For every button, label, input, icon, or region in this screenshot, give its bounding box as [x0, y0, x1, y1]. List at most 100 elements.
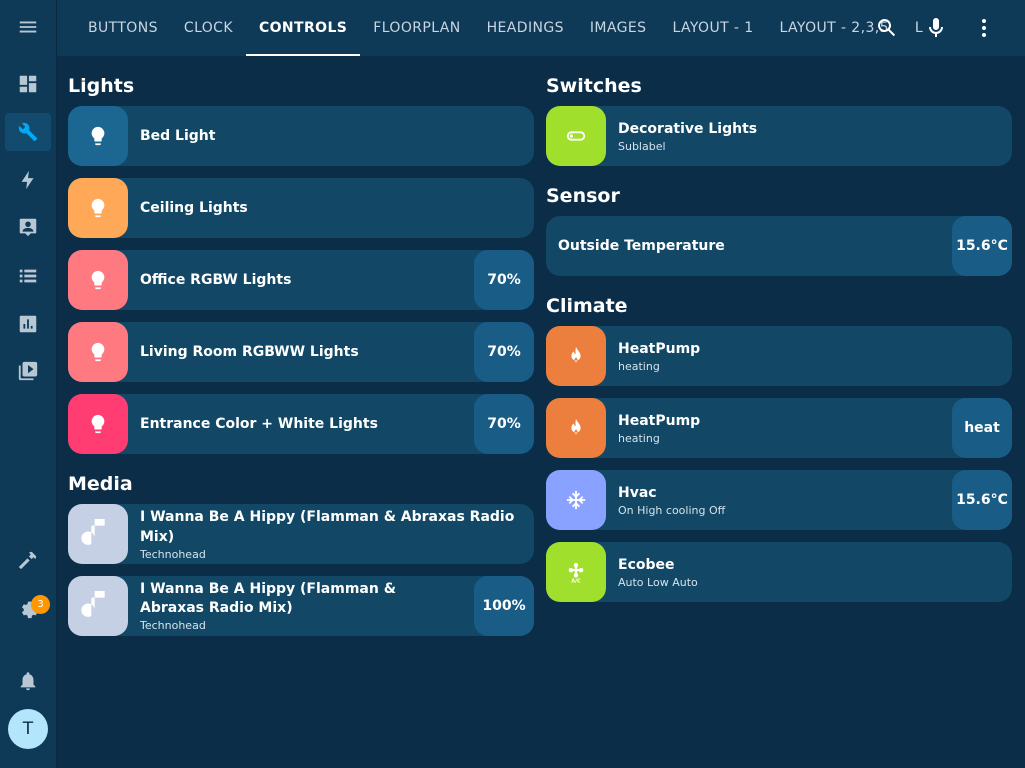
- switch-icon-box[interactable]: [546, 106, 606, 166]
- climate-icon-box[interactable]: [546, 398, 606, 458]
- voice-assist-button[interactable]: [924, 16, 948, 40]
- climate-temperature-value[interactable]: 15.6°C: [952, 470, 1012, 530]
- more-vertical-icon: [982, 19, 986, 37]
- media-card-1[interactable]: I Wanna Be A Hippy (Flamman & Abraxas Ra…: [68, 504, 534, 564]
- climate-name: Hvac: [618, 485, 657, 501]
- sensor-heading: Sensor: [546, 185, 620, 207]
- climate-state: heating: [618, 360, 660, 373]
- climate-icon-box[interactable]: A/C: [546, 542, 606, 602]
- lights-heading: Lights: [68, 75, 135, 97]
- light-icon-box[interactable]: [68, 394, 128, 454]
- light-name: Office RGBW Lights: [140, 272, 292, 288]
- lightbulb-icon: [91, 198, 105, 218]
- hvac-mode-value[interactable]: heat: [952, 398, 1012, 458]
- climate-state: heating: [618, 432, 660, 445]
- play-box-multiple-icon: [18, 361, 38, 381]
- tab-headings[interactable]: HEADINGS: [474, 0, 577, 56]
- view-tabs: BUTTONS CLOCK CONTROLS FLOORPLAN HEADINGS IMA…: [75, 0, 923, 56]
- lightbulb-icon: [91, 342, 105, 362]
- media-heading: Media: [68, 473, 133, 495]
- switch-name: Decorative Lights: [618, 121, 758, 137]
- light-card-living-room-rgbww[interactable]: Living Room RGBWW Lights 70%: [68, 322, 534, 382]
- lightbulb-icon: [91, 126, 105, 146]
- brightness-value[interactable]: 70%: [474, 250, 534, 310]
- sidebar-item-history[interactable]: [5, 305, 51, 343]
- tab-clock[interactable]: CLOCK: [171, 0, 246, 56]
- light-card-entrance-color-white[interactable]: Entrance Color + White Lights 70%: [68, 394, 534, 454]
- light-icon-box[interactable]: [68, 250, 128, 310]
- tab-layout-1[interactable]: LAYOUT - 1: [659, 0, 766, 56]
- media-artwork[interactable]: [68, 576, 128, 636]
- climate-card-ecobee[interactable]: A/C Ecobee Auto Low Auto: [546, 542, 1012, 602]
- sensor-value[interactable]: 15.6°C: [952, 216, 1012, 276]
- media-artwork[interactable]: [68, 504, 128, 564]
- light-card-ceiling-lights[interactable]: Ceiling Lights: [68, 178, 534, 238]
- sensor-card-outside-temperature[interactable]: Outside Temperature 15.6°C: [546, 216, 1012, 276]
- lightning-icon: [21, 170, 34, 190]
- notification-count-badge: 3: [31, 595, 50, 614]
- microphone-icon: [929, 18, 943, 37]
- search-button[interactable]: [875, 16, 899, 40]
- climate-card-heatpump-1[interactable]: HeatPump heating: [546, 326, 1012, 386]
- switch-sublabel: Sublabel: [618, 140, 666, 153]
- toggle-switch-icon: [566, 131, 586, 141]
- lightbulb-icon: [91, 270, 105, 290]
- brightness-value[interactable]: 70%: [474, 322, 534, 382]
- user-avatar[interactable]: T: [8, 709, 48, 749]
- media-card-2[interactable]: I Wanna Be A Hippy (Flamman & Abraxas Ra…: [68, 576, 534, 636]
- music-note-icon: [81, 591, 105, 617]
- light-card-bed-light[interactable]: Bed Light: [68, 106, 534, 166]
- tab-images[interactable]: IMAGES: [577, 0, 660, 56]
- light-name: Ceiling Lights: [140, 200, 248, 216]
- account-box-icon: [19, 218, 37, 237]
- sidebar-item-overview[interactable]: [5, 65, 51, 103]
- climate-card-hvac[interactable]: Hvac On High cooling Off 15.6°C: [546, 470, 1012, 530]
- tools-icon: [18, 122, 38, 142]
- light-name: Entrance Color + White Lights: [140, 416, 378, 432]
- sidebar-item-notifications[interactable]: [5, 662, 51, 700]
- fire-icon: [571, 346, 581, 362]
- sidebar-item-energy[interactable]: [5, 161, 51, 199]
- sidebar-item-persons[interactable]: [5, 208, 51, 246]
- fan-ac-icon: A/C: [568, 562, 584, 583]
- climate-heading: Climate: [546, 295, 628, 317]
- menu-button[interactable]: [5, 8, 51, 46]
- climate-state: Auto Low Auto: [618, 576, 698, 589]
- tab-buttons[interactable]: BUTTONS: [75, 0, 171, 56]
- search-icon: [878, 19, 896, 37]
- sidebar: 3 T: [0, 0, 57, 768]
- light-icon-box[interactable]: [68, 106, 128, 166]
- list-icon: [19, 269, 37, 283]
- sidebar-item-logbook[interactable]: [5, 257, 51, 295]
- tab-controls[interactable]: CONTROLS: [245, 0, 361, 56]
- climate-icon-box[interactable]: [546, 470, 606, 530]
- sidebar-item-tools[interactable]: [5, 113, 51, 151]
- lightbulb-icon: [91, 414, 105, 434]
- light-icon-box[interactable]: [68, 178, 128, 238]
- media-artist: Technohead: [140, 619, 206, 632]
- light-name: Bed Light: [140, 128, 216, 144]
- overflow-menu-button[interactable]: [972, 16, 996, 40]
- climate-icon-box[interactable]: [546, 326, 606, 386]
- chart-box-icon: [19, 315, 37, 333]
- volume-value[interactable]: 100%: [474, 576, 534, 636]
- sidebar-item-media[interactable]: [5, 352, 51, 390]
- brightness-value[interactable]: 70%: [474, 394, 534, 454]
- climate-name: HeatPump: [618, 413, 701, 429]
- climate-card-heatpump-2[interactable]: HeatPump heating heat: [546, 398, 1012, 458]
- climate-state: On High cooling Off: [618, 504, 726, 517]
- switch-card-decorative-lights[interactable]: Decorative Lights Sublabel: [546, 106, 1012, 166]
- media-artist: Technohead: [140, 548, 206, 561]
- hammer-icon: [18, 551, 37, 570]
- fire-icon: [571, 418, 581, 434]
- tab-floorplan[interactable]: FLOORPLAN: [360, 0, 473, 56]
- snowflake-icon: [566, 490, 586, 510]
- light-card-office-rgbw[interactable]: Office RGBW Lights 70%: [68, 250, 534, 310]
- tab-layout-truncated[interactable]: LA: [902, 0, 923, 56]
- climate-name: HeatPump: [618, 341, 701, 357]
- music-note-icon: [81, 519, 105, 545]
- sidebar-item-developer-tools[interactable]: [5, 541, 51, 579]
- climate-name: Ecobee: [618, 557, 675, 573]
- media-title: I Wanna Be A Hippy (Flamman & Abraxas Ra…: [140, 509, 515, 545]
- light-icon-box[interactable]: [68, 322, 128, 382]
